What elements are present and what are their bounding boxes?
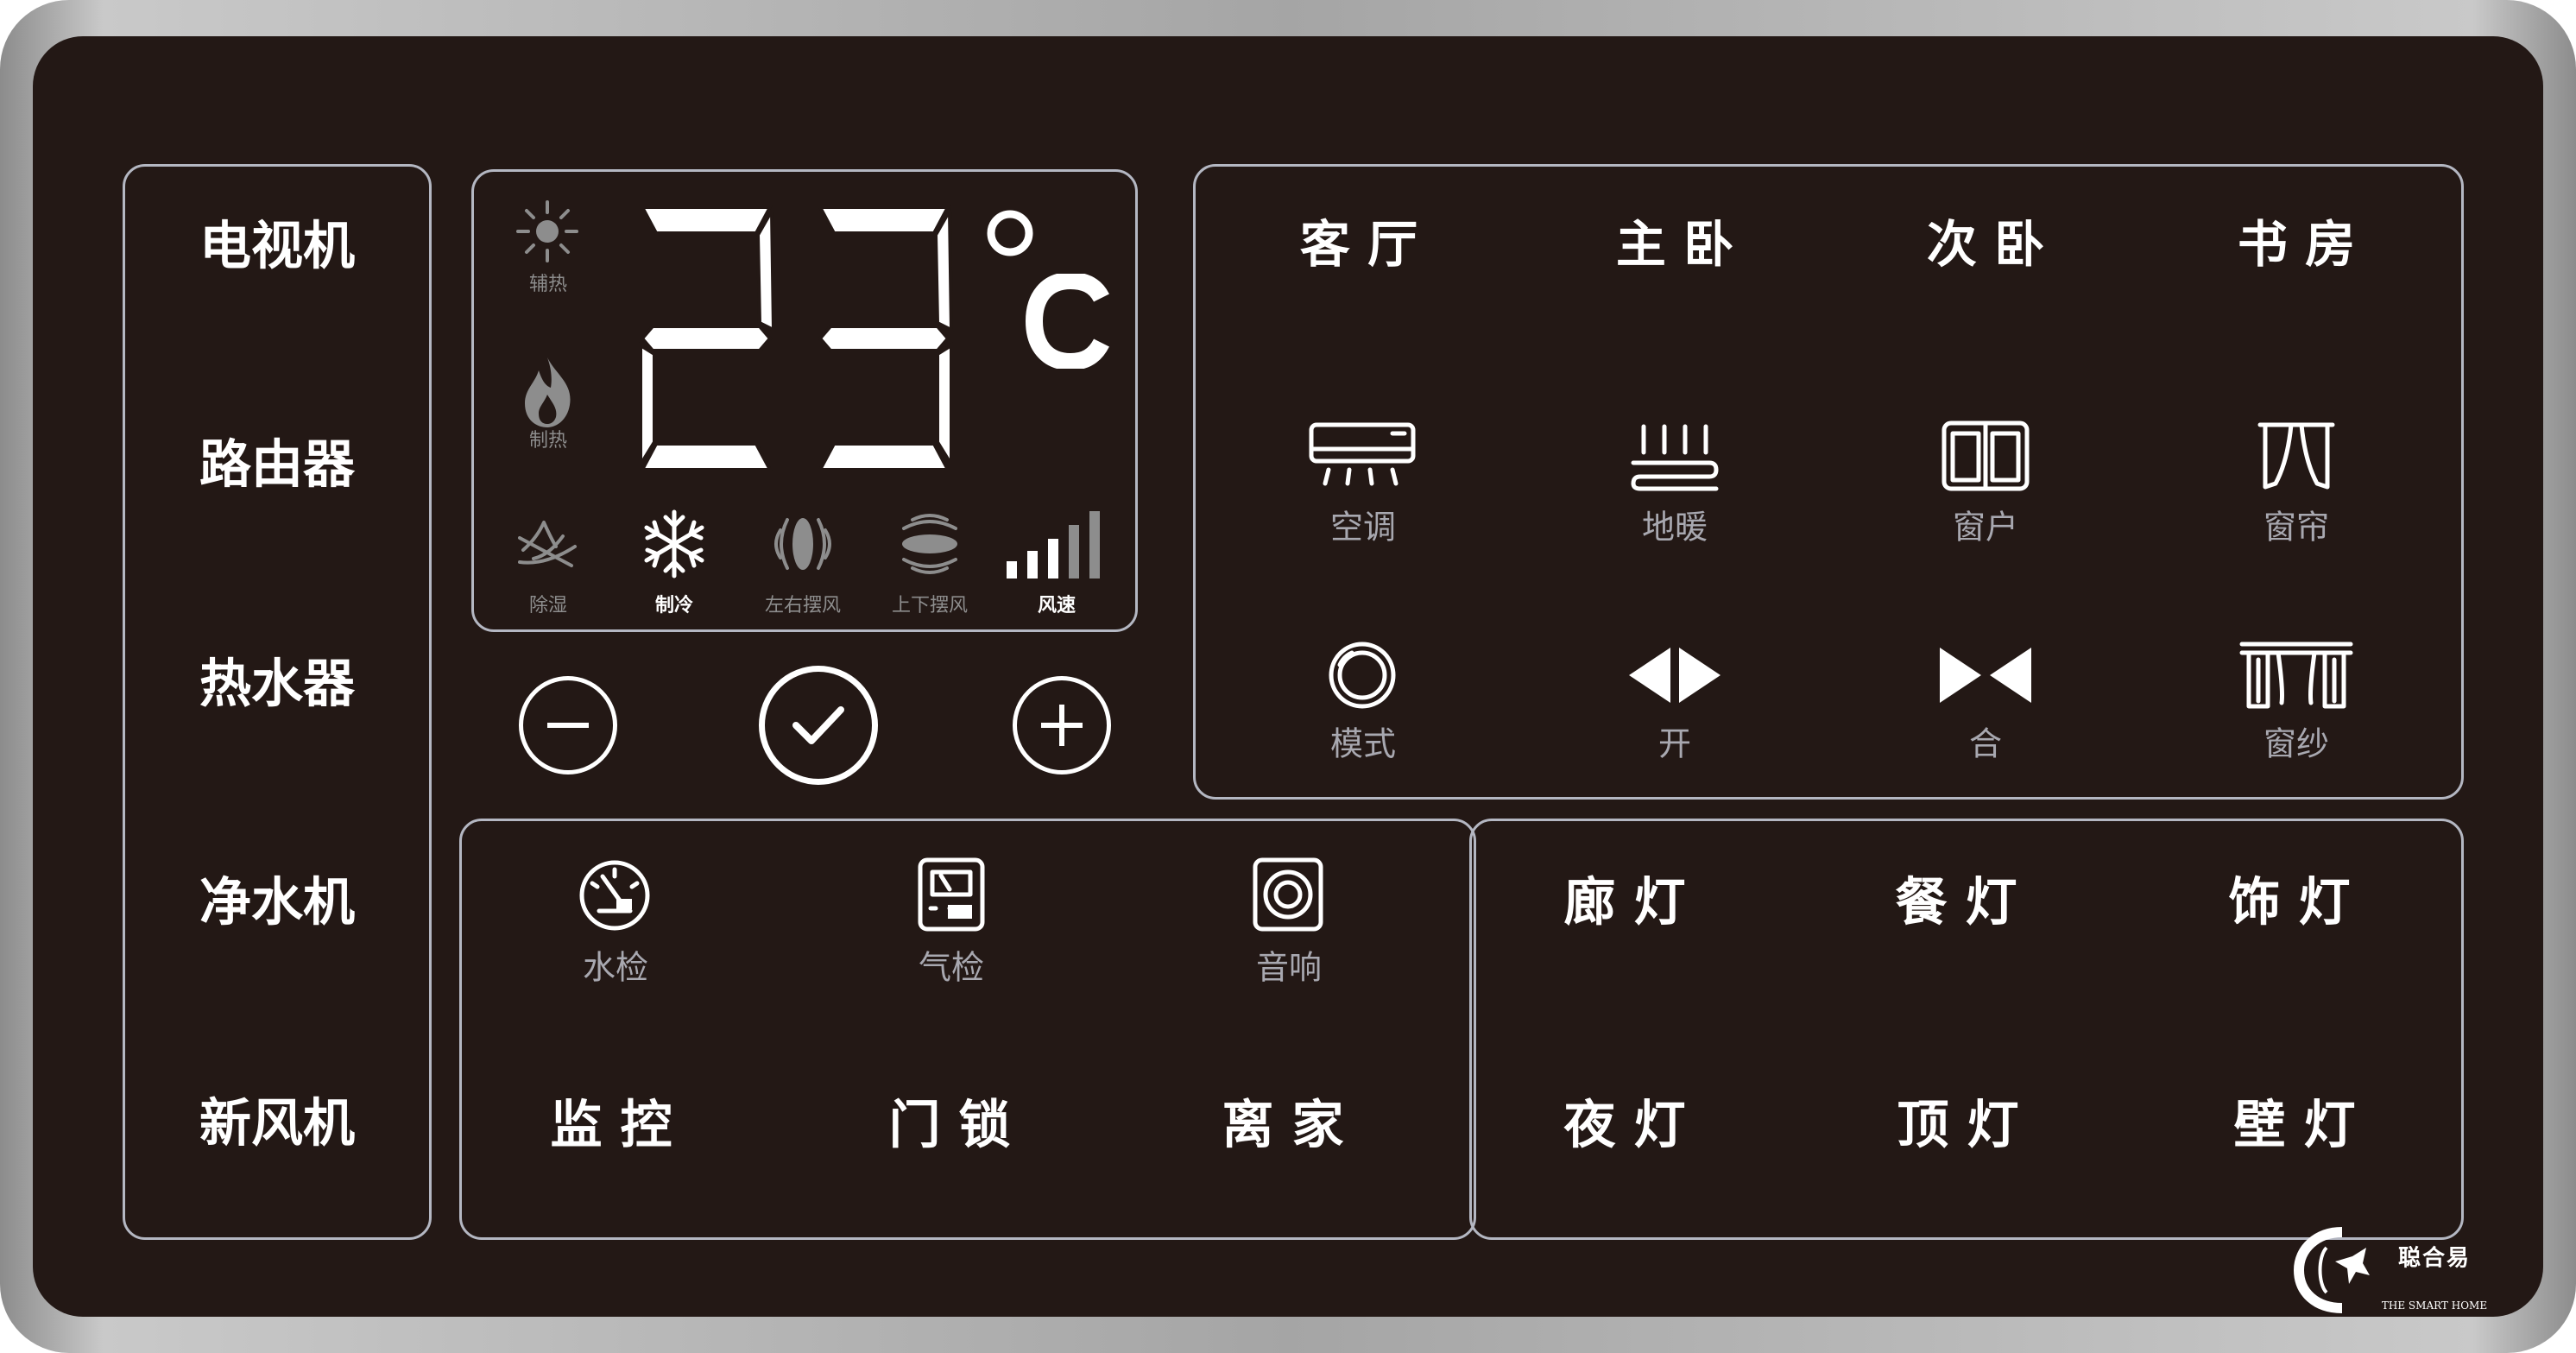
light-corridor[interactable]: 廊 灯 xyxy=(1564,861,1686,936)
control-panel: 电视机 路由器 热水器 净水机 新风机 辅热 制热 除湿 制冷 左右摆风 上下摆… xyxy=(33,36,2543,1317)
appliance-fresh-air[interactable]: 新风机 xyxy=(199,1082,355,1157)
dehumidify-label: 除湿 xyxy=(528,595,568,616)
flame-icon xyxy=(513,353,582,431)
floor-heating-icon[interactable] xyxy=(1630,423,1720,492)
curtain-icon[interactable] xyxy=(2257,420,2336,492)
appliance-tv[interactable]: 电视机 xyxy=(199,205,355,280)
water-leak-label: 水检 xyxy=(582,948,649,987)
temperature-digits xyxy=(628,200,974,477)
air-conditioner-icon[interactable] xyxy=(1308,421,1417,489)
speaker-icon[interactable] xyxy=(1252,857,1324,933)
sheer-curtain-icon[interactable] xyxy=(2238,639,2354,711)
plus-icon-vertical xyxy=(1059,705,1064,746)
light-decor[interactable]: 饰 灯 xyxy=(2229,861,2351,936)
mode-label: 模式 xyxy=(1329,724,1397,763)
confirm-button[interactable] xyxy=(759,666,878,785)
fan-speed-label: 风速 xyxy=(1037,595,1076,616)
degree-symbol xyxy=(984,207,1036,259)
sheer-curtain-label: 窗纱 xyxy=(2263,724,2330,763)
gas-sensor-label: 气检 xyxy=(918,948,985,987)
brand-mark: 聪合易 xyxy=(2397,1245,2472,1272)
light-night[interactable]: 夜 灯 xyxy=(1564,1084,1686,1159)
window-label: 窗户 xyxy=(1952,508,2019,547)
brand-tagline: THE SMART HOME xyxy=(2381,1299,2488,1312)
fan-speed-bars-icon xyxy=(1003,508,1115,580)
swing-ud-label: 上下摆风 xyxy=(891,595,969,616)
water-leak-sensor-icon[interactable] xyxy=(577,857,653,933)
light-wall[interactable]: 壁 灯 xyxy=(2234,1084,2356,1159)
temperature-unit: °C xyxy=(689,193,690,194)
swing-left-right-icon xyxy=(768,509,837,579)
tab-study[interactable]: 书 房 xyxy=(2238,204,2355,276)
temperature-value: 23 xyxy=(689,192,690,193)
air-conditioner-label: 空调 xyxy=(1329,508,1397,547)
away-mode-button[interactable]: 离 家 xyxy=(1222,1084,1344,1159)
gas-sensor-icon[interactable] xyxy=(917,857,986,933)
check-icon xyxy=(792,706,844,744)
door-lock-button[interactable]: 门 锁 xyxy=(889,1084,1011,1159)
appliance-water-purifier[interactable]: 净水机 xyxy=(199,861,355,936)
swing-up-down-icon xyxy=(893,509,966,579)
light-ceiling[interactable]: 顶 灯 xyxy=(1897,1084,2019,1159)
dehumidify-icon xyxy=(511,512,584,572)
curtain-label: 窗帘 xyxy=(2263,508,2330,547)
close-icon[interactable] xyxy=(1936,644,2035,706)
appliance-router[interactable]: 路由器 xyxy=(199,423,355,498)
open-label: 开 xyxy=(1657,724,1692,763)
window-icon[interactable] xyxy=(1941,420,2030,492)
speaker-label: 音响 xyxy=(1255,948,1323,987)
floor-heating-label: 地暖 xyxy=(1641,508,1708,547)
open-icon[interactable] xyxy=(1626,644,1724,706)
sun-icon xyxy=(513,197,582,266)
minus-button[interactable] xyxy=(519,676,617,774)
monitor-button[interactable]: 监 控 xyxy=(551,1084,672,1159)
heat-label: 制热 xyxy=(528,430,568,452)
celsius-c xyxy=(1026,274,1112,369)
tab-second-bedroom[interactable]: 次 卧 xyxy=(1927,204,2044,276)
tab-master-bedroom[interactable]: 主 卧 xyxy=(1616,204,1733,276)
close-label: 合 xyxy=(1968,724,2003,763)
tab-living-room[interactable]: 客 厅 xyxy=(1300,204,1417,276)
appliance-water-heater[interactable]: 热水器 xyxy=(199,642,355,718)
mode-icon[interactable] xyxy=(1326,639,1398,711)
minus-icon xyxy=(547,723,589,728)
cool-label: 制冷 xyxy=(654,595,694,616)
light-dining[interactable]: 餐 灯 xyxy=(1896,861,2017,936)
plus-button[interactable] xyxy=(1013,676,1111,774)
aux-heat-label: 辅热 xyxy=(528,274,568,295)
swing-lr-label: 左右摆风 xyxy=(764,595,842,616)
snowflake-icon xyxy=(639,509,710,579)
